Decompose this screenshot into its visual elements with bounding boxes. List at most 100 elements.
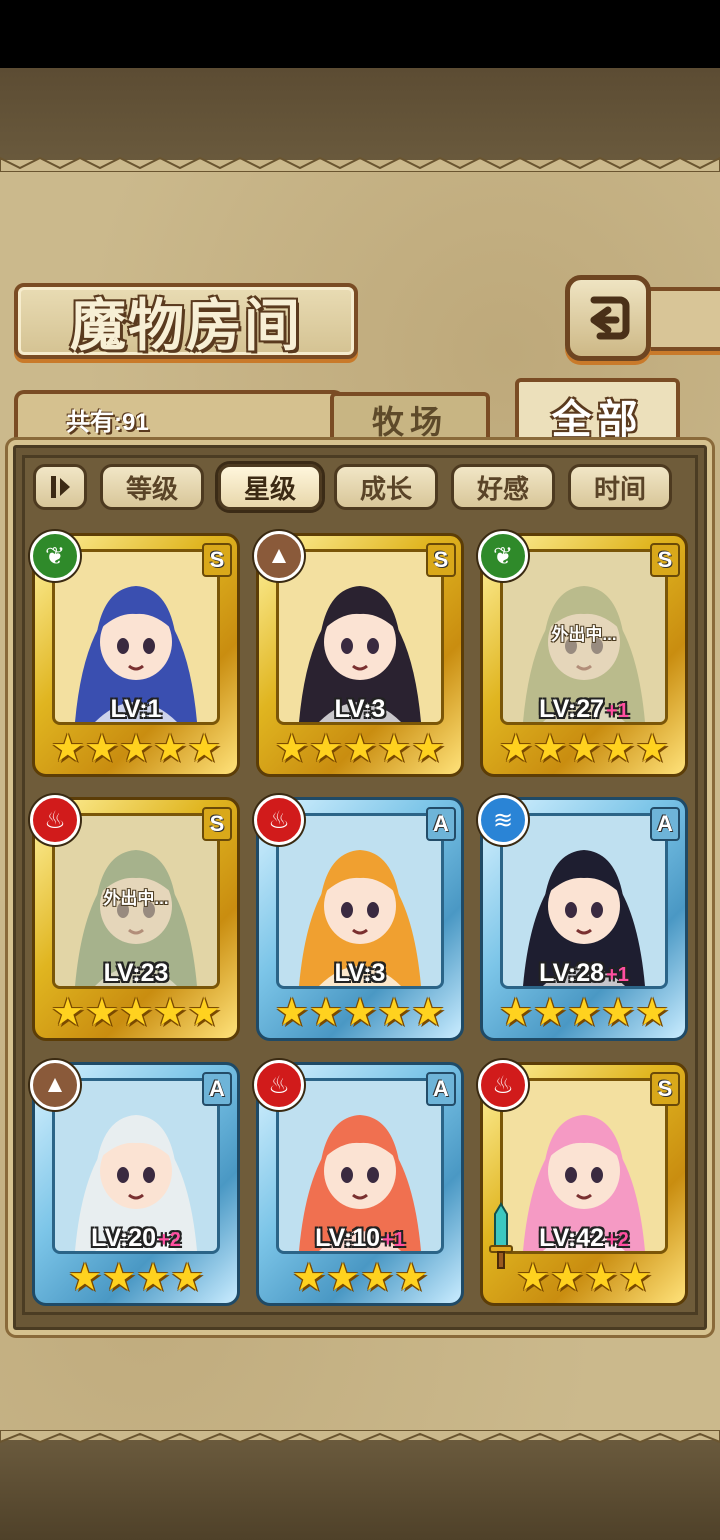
level-bonus: +1: [606, 964, 629, 986]
star-icon: ★: [360, 1257, 395, 1299]
level-value: LV:10: [315, 1224, 381, 1252]
star-icon: ★: [618, 1257, 653, 1299]
level-value: LV:42: [539, 1224, 605, 1252]
star-icon: ★: [342, 992, 378, 1034]
level-value: LV:20: [91, 1224, 157, 1252]
level-bonus: +2: [606, 1229, 629, 1251]
star-icon: ★: [325, 1257, 360, 1299]
monster-card[interactable]: ❦ S LV:1 ★ ★ ★ ★ ★: [30, 531, 240, 777]
star-icon: ★: [50, 992, 85, 1034]
star-icon: ★: [584, 1257, 619, 1299]
level-label: LV:1: [32, 695, 240, 724]
monster-card[interactable]: 外出中... ❦ S LV:27 +1 ★ ★ ★ ★ ★: [478, 531, 688, 777]
sort-order-icon: [51, 476, 70, 498]
fire-icon: ♨: [254, 795, 304, 845]
star-icon: ★: [532, 992, 567, 1034]
star-icon: ★: [601, 728, 636, 770]
back-arrow-icon: [590, 296, 630, 340]
star-icon: ★: [411, 992, 446, 1034]
monster-card[interactable]: ♨ A LV:3 ★ ★ ★ ★ ★: [254, 795, 464, 1041]
tab-pasture-label: 牧场: [371, 403, 448, 441]
page-title: 魔物房间: [70, 292, 302, 359]
water-icon: ≋: [478, 795, 528, 845]
sort-order-toggle-button[interactable]: [33, 464, 87, 510]
star-icon: ★: [377, 992, 412, 1034]
level-label: LV:28 +1: [480, 959, 688, 988]
star-icon: ★: [187, 728, 222, 770]
star-icon: ★: [377, 728, 412, 770]
sort-growth-label: 成长: [359, 474, 412, 505]
earth-icon: ▲: [30, 1060, 80, 1110]
star-rating: ★ ★ ★ ★ ★: [256, 729, 464, 769]
star-rating: ★ ★ ★ ★ ★: [256, 993, 464, 1033]
level-value: LV:28: [539, 959, 605, 987]
zigzag-border-bottom: [0, 1430, 720, 1444]
star-icon: ★: [498, 992, 533, 1034]
star-rating: ★ ★ ★ ★ ★: [480, 729, 688, 769]
monster-count: 共有:91: [66, 409, 149, 436]
star-rating: ★ ★ ★ ★ ★: [480, 993, 688, 1033]
sort-star-label: 星级: [243, 474, 296, 505]
star-icon: ★: [274, 992, 309, 1034]
monster-card[interactable]: ▲ A LV:20 +2 ★ ★ ★ ★: [30, 1060, 240, 1306]
rank-badge: A: [426, 807, 456, 841]
sort-time-label: 时间: [593, 474, 646, 505]
monster-card[interactable]: ♨ A LV:10 +1 ★ ★ ★ ★: [254, 1060, 464, 1306]
fire-icon: ♨: [254, 1060, 304, 1110]
star-icon: ★: [394, 1257, 429, 1299]
star-icon: ★: [308, 728, 343, 770]
level-value: LV:23: [103, 959, 169, 987]
star-icon: ★: [136, 1257, 171, 1299]
star-rating: ★ ★ ★ ★ ★: [32, 993, 240, 1033]
star-icon: ★: [635, 728, 670, 770]
level-value: LV:1: [110, 695, 162, 723]
title-banner: 魔物房间: [14, 283, 358, 359]
star-icon: ★: [566, 992, 602, 1034]
tab-pasture[interactable]: 牧场: [330, 392, 490, 444]
fire-icon: ♨: [478, 1060, 528, 1110]
star-icon: ★: [67, 1257, 102, 1299]
star-icon: ★: [342, 728, 378, 770]
star-icon: ★: [411, 728, 446, 770]
star-icon: ★: [153, 992, 188, 1034]
tab-all-label: 全部: [551, 396, 644, 443]
zigzag-border-top: [0, 156, 720, 172]
rank-badge: S: [202, 807, 232, 841]
nature-icon: ❦: [478, 531, 528, 581]
rank-badge: A: [202, 1072, 232, 1106]
sort-growth-button[interactable]: 成长: [334, 464, 438, 510]
level-label: LV:27 +1: [480, 695, 688, 724]
star-icon: ★: [101, 1257, 136, 1299]
level-value: LV:3: [334, 695, 386, 723]
star-rating: ★ ★ ★ ★: [480, 1258, 688, 1298]
nature-icon: ❦: [30, 531, 80, 581]
star-icon: ★: [498, 728, 533, 770]
sort-level-button[interactable]: 等级: [100, 464, 204, 510]
monster-card[interactable]: ♨ S LV:42 +2 ★ ★ ★ ★: [478, 1060, 688, 1306]
rank-badge: A: [650, 807, 680, 841]
star-icon: ★: [84, 728, 119, 770]
star-rating: ★ ★ ★ ★ ★: [32, 729, 240, 769]
star-icon: ★: [118, 992, 154, 1034]
star-rating: ★ ★ ★ ★: [32, 1258, 240, 1298]
back-button[interactable]: [565, 275, 651, 361]
star-icon: ★: [274, 728, 309, 770]
sort-affinity-button[interactable]: 好感: [451, 464, 555, 510]
star-icon: ★: [50, 728, 85, 770]
away-status: 外出中...: [103, 889, 169, 908]
star-icon: ★: [187, 992, 222, 1034]
star-icon: ★: [566, 728, 602, 770]
sort-time-button[interactable]: 时间: [568, 464, 672, 510]
monster-card[interactable]: 外出中... ♨ S LV:23 ★ ★ ★ ★ ★: [30, 795, 240, 1041]
monster-card[interactable]: ≋ A LV:28 +1 ★ ★ ★ ★ ★: [478, 795, 688, 1041]
star-icon: ★: [170, 1257, 205, 1299]
monster-card[interactable]: ▲ S LV:3 ★ ★ ★ ★ ★: [254, 531, 464, 777]
status-bar: [0, 0, 720, 68]
level-bonus: +2: [158, 1229, 181, 1251]
star-icon: ★: [153, 728, 188, 770]
level-label: LV:3: [256, 695, 464, 724]
level-value: LV:3: [334, 959, 386, 987]
away-status: 外出中...: [551, 625, 617, 644]
sort-star-button[interactable]: 星级: [218, 464, 322, 510]
level-label: LV:23: [32, 959, 240, 988]
